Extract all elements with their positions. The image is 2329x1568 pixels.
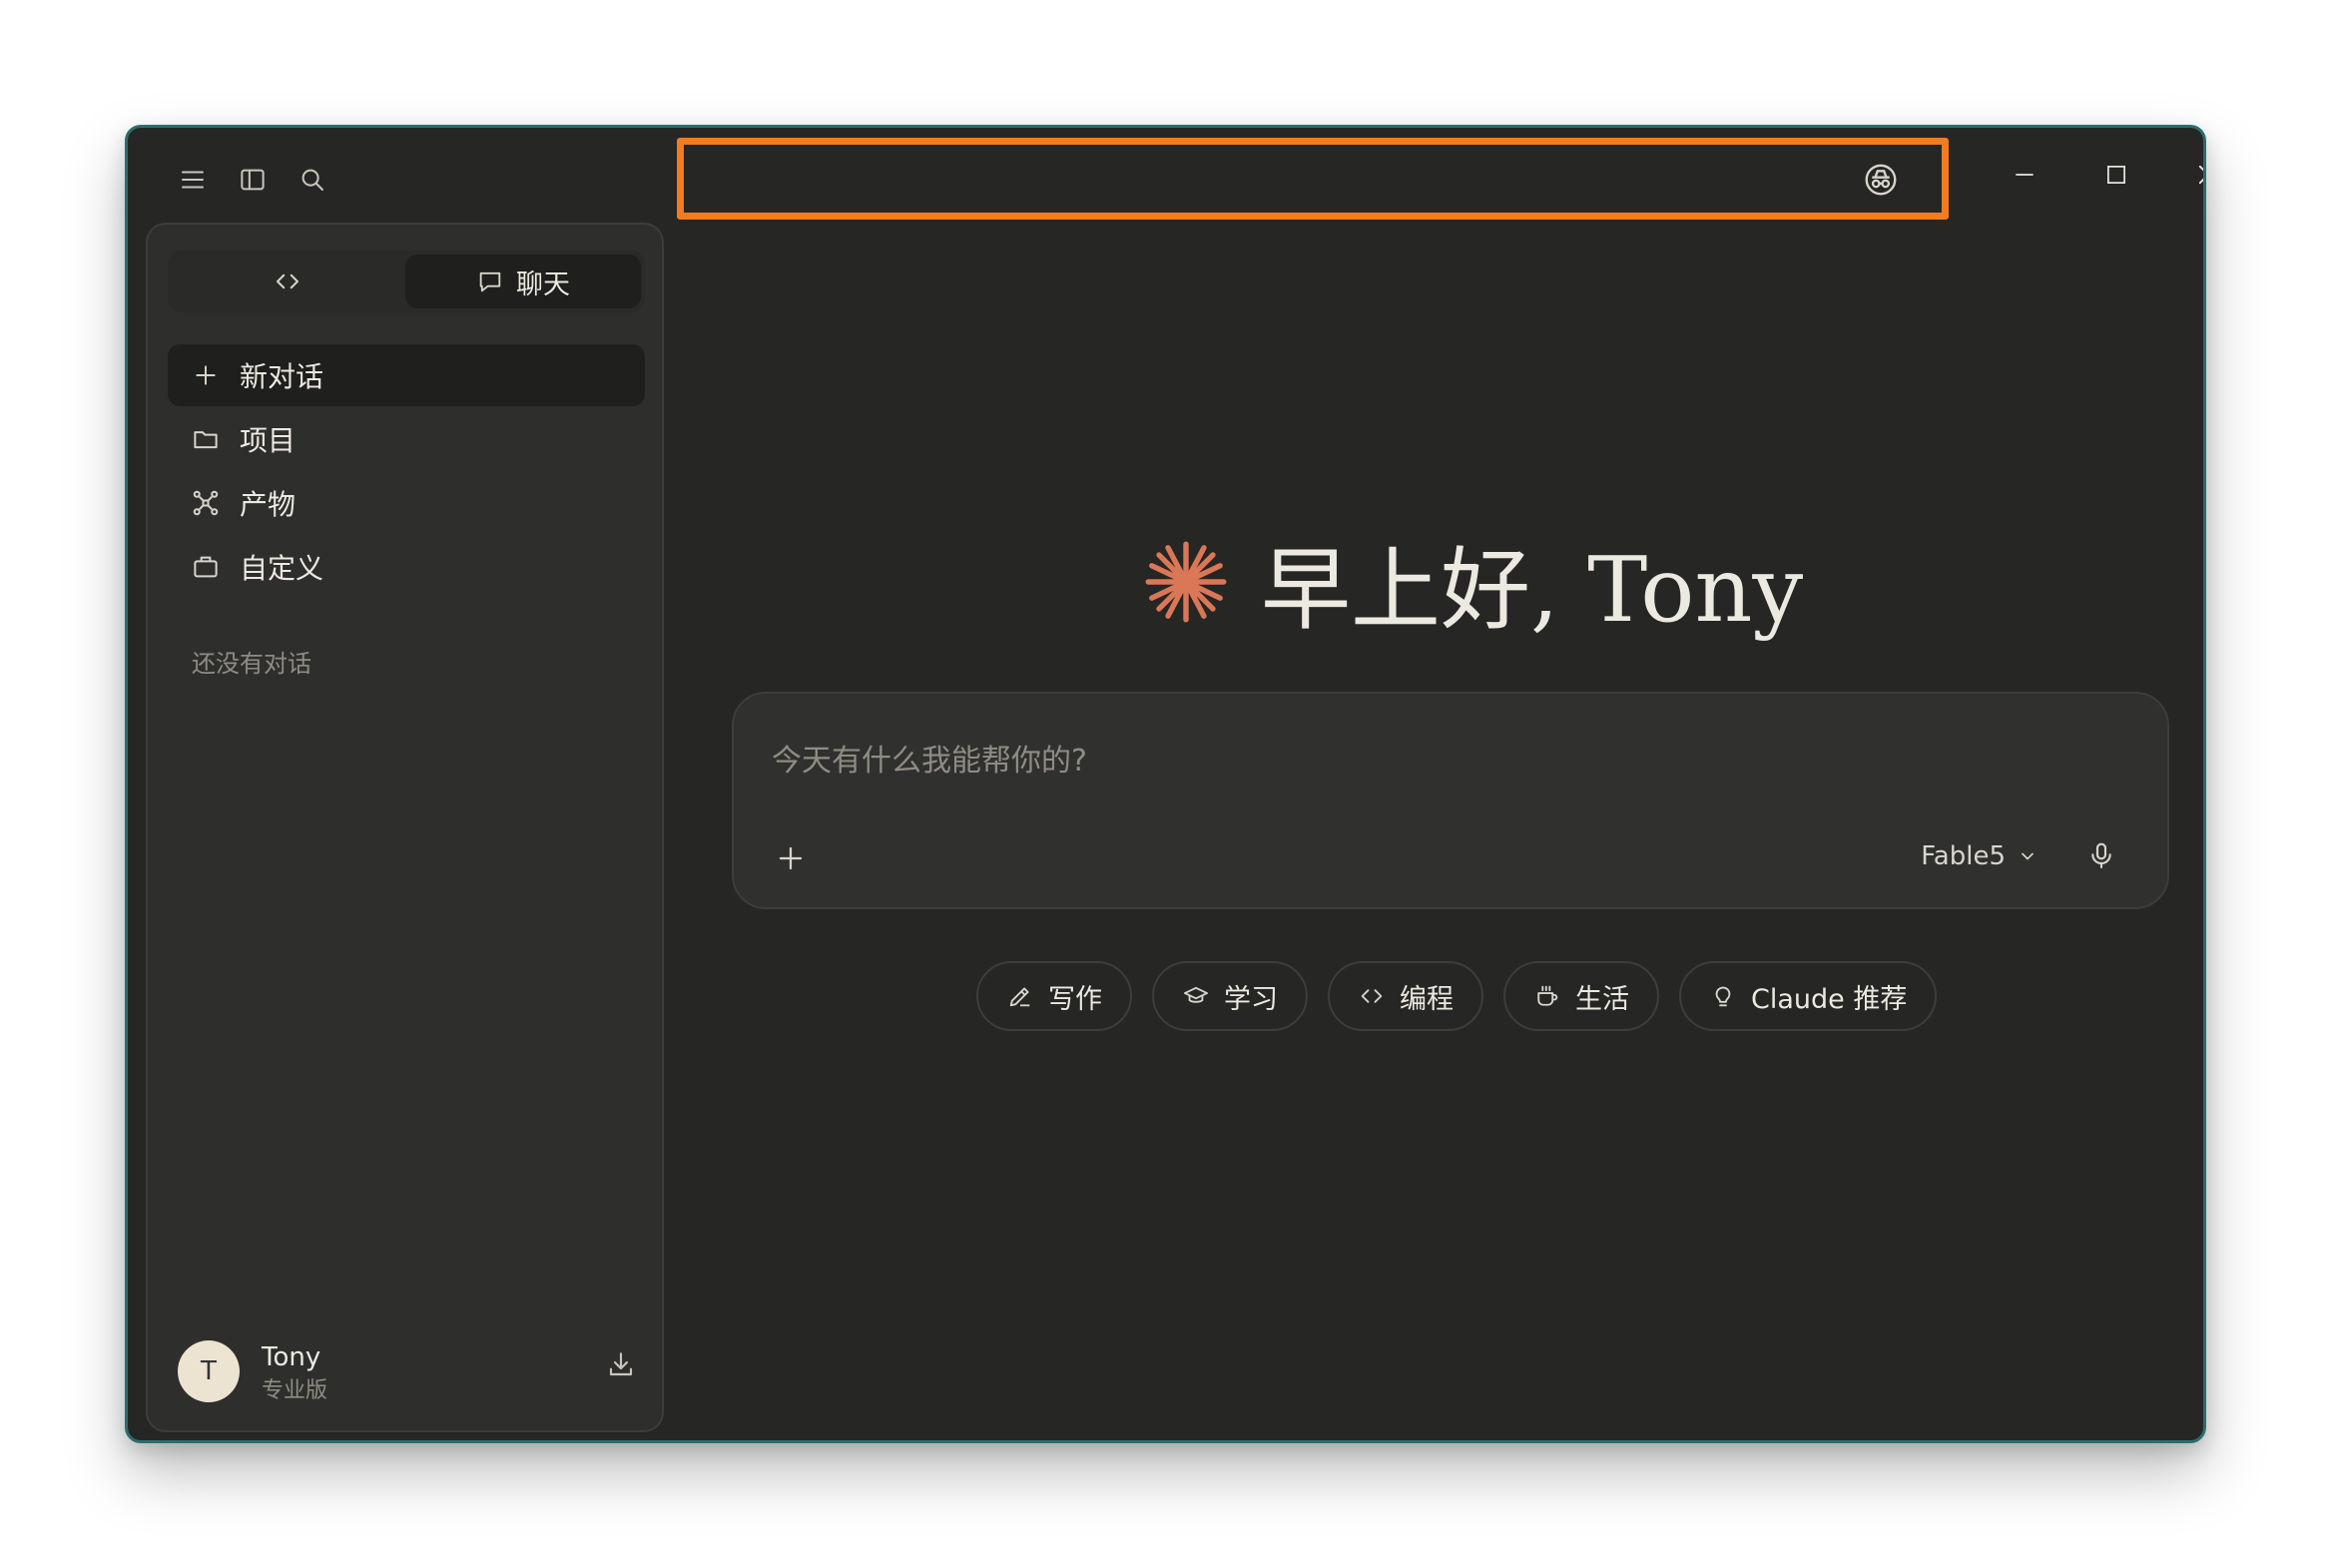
- maximize-icon: [2103, 162, 2129, 188]
- search-icon[interactable]: [283, 150, 342, 210]
- minimize-icon: [2012, 162, 2038, 188]
- sidebar-item-projects[interactable]: 项目: [168, 408, 645, 470]
- code-icon: [273, 266, 302, 296]
- message-composer[interactable]: 今天有什么我能帮你的? Fable5: [732, 692, 2169, 909]
- maximize-button[interactable]: [2076, 140, 2156, 210]
- avatar[interactable]: T: [178, 1340, 240, 1402]
- chip-label: 学习: [1224, 983, 1278, 1015]
- chip-coding[interactable]: 编程: [1328, 961, 1483, 1031]
- app-window: 聊天 新对话 项目 产物 自定义 还没有对话 T Tony 专业版 早上好, T…: [125, 125, 2206, 1443]
- close-button[interactable]: [2168, 140, 2203, 210]
- plus-icon: [188, 362, 224, 388]
- sidebar-item-label: 产物: [240, 488, 296, 521]
- suggestion-chips: 写作 学习 编程 生活 Claude 推荐: [976, 961, 1957, 1033]
- sidebar: 聊天 新对话 项目 产物 自定义 还没有对话 T Tony 专业版: [146, 223, 664, 1432]
- sidebar-toggle-icon[interactable]: [223, 150, 283, 210]
- chip-label: 编程: [1400, 983, 1454, 1015]
- user-name: Tony: [262, 1342, 321, 1372]
- microphone-icon[interactable]: [2085, 839, 2117, 871]
- artifacts-icon: [188, 488, 224, 518]
- sidebar-item-new-chat[interactable]: 新对话: [168, 344, 645, 406]
- lightbulb-icon: [1709, 982, 1737, 1010]
- chip-label: 写作: [1048, 983, 1102, 1015]
- minimize-button[interactable]: [1985, 140, 2064, 210]
- attach-plus-icon[interactable]: [776, 843, 806, 873]
- sidebar-item-label: 自定义: [240, 552, 324, 585]
- pen-icon: [1006, 982, 1034, 1010]
- model-selector[interactable]: Fable5: [1921, 841, 2038, 871]
- chat-bubble-icon: [476, 267, 504, 295]
- sidebar-item-label: 项目: [240, 424, 296, 457]
- user-plan: 专业版: [262, 1378, 328, 1403]
- graduation-cap-icon: [1182, 982, 1210, 1010]
- download-icon[interactable]: [605, 1348, 637, 1380]
- chip-label: Claude 推荐: [1751, 983, 1908, 1015]
- folder-icon: [188, 424, 224, 454]
- sidebar-item-customize[interactable]: 自定义: [168, 536, 645, 598]
- mode-toggle: 聊天: [168, 251, 645, 312]
- code-mode-button[interactable]: [172, 255, 403, 308]
- highlighted-titlebar-region: [677, 138, 1949, 220]
- chat-mode-button[interactable]: 聊天: [405, 255, 641, 308]
- chevron-down-icon: [2018, 846, 2038, 866]
- user-profile[interactable]: T Tony 专业版: [178, 1336, 637, 1406]
- incognito-icon[interactable]: [1862, 161, 1900, 199]
- chip-claude-recommend[interactable]: Claude 推荐: [1679, 961, 1938, 1031]
- chip-life[interactable]: 生活: [1503, 961, 1659, 1031]
- chip-learning[interactable]: 学习: [1152, 961, 1308, 1031]
- greeting: 早上好, Tony: [1141, 517, 1803, 647]
- composer-placeholder[interactable]: 今天有什么我能帮你的?: [772, 736, 1087, 780]
- greeting-text: 早上好, Tony: [1261, 538, 1804, 643]
- sidebar-item-artifacts[interactable]: 产物: [168, 472, 645, 534]
- empty-conversations-note: 还没有对话: [192, 650, 311, 678]
- coffee-cup-icon: [1533, 982, 1561, 1010]
- claude-spark-icon: [1141, 537, 1231, 627]
- close-icon: [2194, 161, 2203, 189]
- hamburger-menu-icon[interactable]: [163, 150, 223, 210]
- chip-label: 生活: [1575, 983, 1629, 1015]
- briefcase-icon: [188, 552, 224, 582]
- model-name: Fable5: [1921, 841, 2006, 871]
- chip-writing[interactable]: 写作: [976, 961, 1132, 1031]
- code-icon: [1358, 982, 1386, 1010]
- sidebar-item-label: 新对话: [240, 360, 324, 393]
- chat-mode-label: 聊天: [516, 268, 570, 300]
